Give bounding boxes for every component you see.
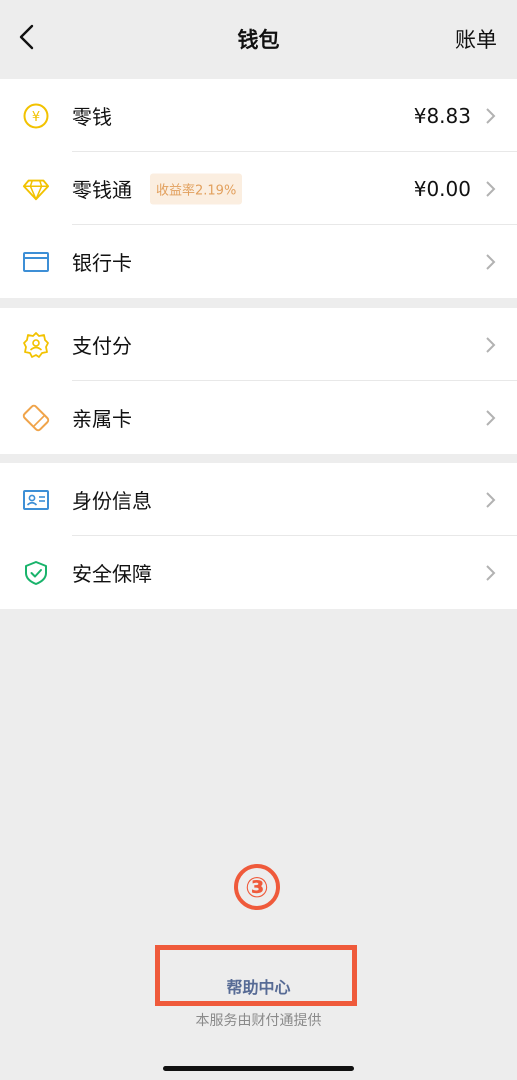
list-item-family-card[interactable]: 亲属卡 [0,381,517,454]
step-marker: ③ [234,864,280,910]
svg-text:¥: ¥ [32,110,40,125]
balance-value: ¥8.83 [413,103,471,128]
list-item-security[interactable]: 安全保障 [0,536,517,609]
home-indicator[interactable] [163,1066,354,1071]
yield-badge: 收益率2.19% [150,173,243,204]
chevron-right-icon [483,408,497,428]
service-provider-note: 本服务由财付通提供 [195,1013,322,1029]
shield-check-icon [22,559,50,587]
list-item-label: 安全保障 [72,562,152,586]
balance-value: ¥0.00 [413,176,471,201]
bill-button[interactable]: 账单 [455,24,497,54]
page-title: 钱包 [237,28,280,52]
list-item-label: 亲属卡 [72,407,132,431]
pay-score-icon [22,331,50,359]
wallet-page: 钱包 账单 ¥ 零钱 ¥8.83 零钱通 收益率2.19% ¥0.00 银行卡 … [0,0,517,1080]
list-item-identity[interactable]: 身份信息 [0,463,517,536]
chevron-right-icon [483,335,497,355]
chevron-right-icon [483,106,497,126]
diamond-icon [22,175,50,203]
wallet-group-3: 身份信息 安全保障 [0,463,517,609]
list-item-label: 支付分 [72,334,132,358]
list-item-label: 零钱 [72,105,112,129]
list-item-lingqiantong[interactable]: 零钱通 收益率2.19% ¥0.00 [0,152,517,225]
chevron-right-icon [483,490,497,510]
wallet-group-2: 支付分 亲属卡 [0,308,517,454]
list-item-change[interactable]: ¥ 零钱 ¥8.83 [0,79,517,152]
list-item-label: 零钱通 [72,178,132,202]
bank-card-icon [22,248,50,276]
navbar: 钱包 账单 [0,0,517,78]
list-item-pay-score[interactable]: 支付分 [0,308,517,381]
list-item-bank-card[interactable]: 银行卡 [0,225,517,298]
wallet-group-1: ¥ 零钱 ¥8.83 零钱通 收益率2.19% ¥0.00 银行卡 [0,79,517,298]
yuan-coin-icon: ¥ [22,102,50,130]
chevron-right-icon [483,179,497,199]
list-item-label: 银行卡 [72,251,132,275]
chevron-right-icon [483,563,497,583]
chevron-right-icon [483,252,497,272]
id-card-icon [22,486,50,514]
help-center-link[interactable]: 帮助中心 [0,974,517,998]
family-card-icon [22,404,50,432]
list-item-label: 身份信息 [72,489,152,513]
